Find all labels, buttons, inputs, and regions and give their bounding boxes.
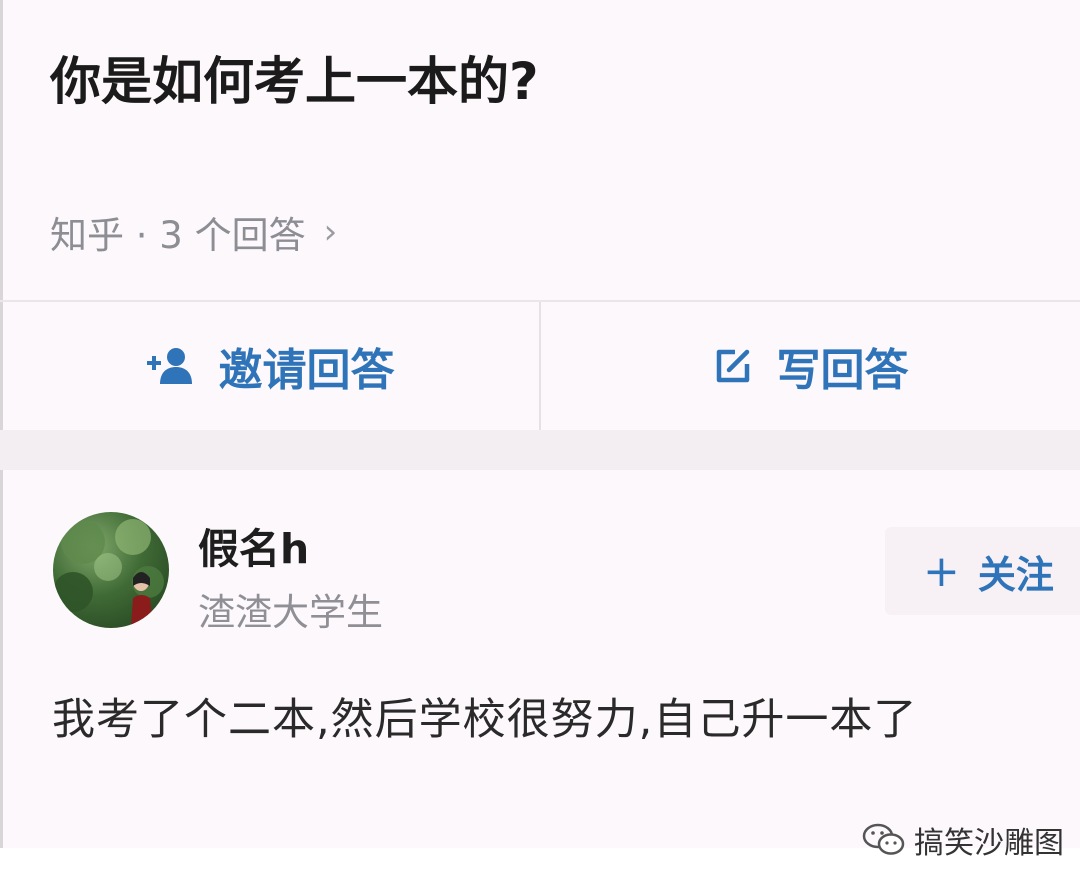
section-divider	[0, 430, 1080, 470]
invite-answer-label: 邀请回答	[218, 345, 395, 396]
write-answer-button[interactable]: 写回答	[539, 302, 1080, 430]
question-title[interactable]: 你是如何考上一本的?	[50, 40, 539, 114]
question-meta-text: 知乎 · 3 个回答	[50, 214, 306, 257]
chevron-right-icon: ›	[323, 212, 338, 252]
answer-action-bar: 邀请回答 写回答	[0, 300, 1080, 430]
answer-excerpt[interactable]: 我考了个二本,然后学校很努力,自己升一本了	[52, 680, 1080, 760]
follow-button[interactable]: + 关注	[885, 527, 1080, 615]
watermark: 搞笑沙雕图	[862, 818, 1064, 862]
author-bio: 渣渣大学生	[198, 591, 383, 634]
edit-icon	[713, 346, 753, 386]
plus-icon: +	[923, 545, 960, 597]
author-name[interactable]: 假名h	[198, 515, 309, 575]
add-user-icon	[145, 346, 195, 386]
follow-label: 关注	[977, 552, 1054, 597]
zhihu-question-card: 你是如何考上一本的? 知乎 · 3 个回答 › 邀请回答 写回答 假名h 渣渣大…	[0, 0, 1080, 886]
question-meta-link[interactable]: 知乎 · 3 个回答 ›	[50, 205, 337, 259]
invite-answer-button[interactable]: 邀请回答	[0, 302, 539, 430]
wechat-icon	[862, 823, 905, 855]
watermark-text: 搞笑沙雕图	[914, 826, 1064, 861]
write-answer-label: 写回答	[776, 345, 909, 396]
avatar[interactable]	[53, 512, 169, 628]
